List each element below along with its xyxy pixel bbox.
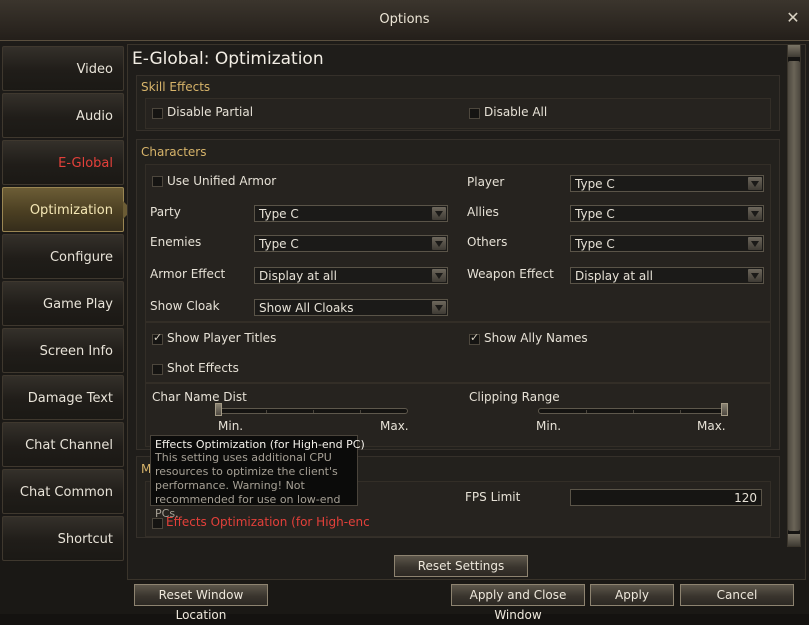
show-ally-names-label: Show Ally Names	[484, 331, 588, 345]
party-value: Type C	[259, 207, 299, 221]
sidebar-item-audio[interactable]: Audio	[2, 93, 124, 138]
characters-dropdowns-band: Use Unified Armor Player Type C Party Ty…	[145, 164, 771, 322]
skill-effects-title: Skill Effects	[141, 80, 211, 94]
char-name-dist-handle[interactable]	[215, 403, 222, 416]
clipping-range-handle[interactable]	[721, 403, 728, 416]
chevron-down-icon	[432, 237, 446, 250]
clipping-range-min-label: Min.	[536, 419, 562, 433]
chevron-down-icon	[748, 177, 762, 190]
allies-value: Type C	[575, 207, 615, 221]
sidebar-item-screen-info[interactable]: Screen Info	[2, 328, 124, 373]
slider-tick	[633, 410, 634, 413]
slider-tick	[586, 410, 587, 413]
slider-tick	[360, 410, 361, 413]
armor-effect-dropdown[interactable]: Display at all	[254, 267, 448, 284]
chevron-down-icon	[432, 207, 446, 220]
allies-dropdown[interactable]: Type C	[570, 205, 764, 222]
close-icon[interactable]: ✕	[783, 8, 803, 28]
use-unified-armor-checkbox[interactable]	[152, 176, 163, 187]
chevron-down-icon	[432, 269, 446, 282]
characters-section: Characters Use Unified Armor Player Type…	[136, 139, 780, 450]
fps-limit-input[interactable]: 120	[570, 489, 762, 506]
shot-effects-label: Shot Effects	[167, 361, 239, 375]
disable-all-checkbox[interactable]	[469, 108, 480, 119]
chevron-down-icon	[432, 301, 446, 314]
slider-tick	[313, 410, 314, 413]
fps-limit-label: FPS Limit	[465, 490, 521, 504]
apply-and-close-button[interactable]: Apply and Close Window	[451, 584, 585, 622]
others-value: Type C	[575, 237, 615, 251]
sidebar-item-configure[interactable]: Configure	[2, 234, 124, 279]
sidebar-item-chat-common[interactable]: Chat Common	[2, 469, 124, 514]
disable-partial-label: Disable Partial	[167, 105, 254, 119]
weapon-effect-label: Weapon Effect	[467, 267, 554, 281]
page-title: E-Global: Optimization	[132, 49, 324, 69]
char-name-dist-max-label: Max.	[380, 419, 409, 433]
party-label: Party	[150, 205, 181, 219]
options-window: Options ✕ Video Audio E-Global Optimizat…	[0, 0, 809, 622]
show-ally-names-checkbox[interactable]	[469, 331, 480, 345]
cancel-button[interactable]: Cancel	[680, 584, 794, 606]
armor-effect-label: Armor Effect	[150, 267, 226, 281]
armor-effect-value: Display at all	[259, 269, 337, 283]
disable-partial-checkbox[interactable]	[152, 108, 163, 119]
sidebar-item-damage-text[interactable]: Damage Text	[2, 375, 124, 420]
player-value: Type C	[575, 177, 615, 191]
char-name-dist-label: Char Name Dist	[152, 390, 247, 404]
show-cloak-value: Show All Cloaks	[259, 301, 354, 315]
enemies-value: Type C	[259, 237, 299, 251]
window-title: Options	[379, 12, 430, 27]
show-cloak-label: Show Cloak	[150, 299, 220, 313]
show-player-titles-checkbox[interactable]	[152, 331, 163, 345]
show-cloak-dropdown[interactable]: Show All Cloaks	[254, 299, 448, 316]
show-player-titles-label: Show Player Titles	[167, 331, 277, 345]
disable-all-label: Disable All	[484, 105, 548, 119]
use-unified-armor-label: Use Unified Armor	[167, 174, 277, 188]
player-label: Player	[467, 175, 505, 189]
weapon-effect-value: Display at all	[575, 269, 653, 283]
char-name-dist-min-label: Min.	[218, 419, 244, 433]
enemies-dropdown[interactable]: Type C	[254, 235, 448, 252]
tooltip-title: Effects Optimization (for High-end PC)	[155, 438, 365, 451]
player-dropdown[interactable]: Type C	[570, 175, 764, 192]
clipping-range-max-label: Max.	[697, 419, 726, 433]
clipping-range-slider[interactable]	[538, 408, 728, 414]
enemies-label: Enemies	[150, 235, 202, 249]
effects-optimization-tooltip: Effects Optimization (for High-end PC) T…	[150, 435, 365, 520]
skill-effects-row: Disable Partial Disable All	[145, 98, 771, 129]
clipping-range-label: Clipping Range	[469, 390, 560, 404]
others-label: Others	[467, 235, 508, 249]
content-scrollbar[interactable]	[787, 44, 801, 547]
reset-window-location-button[interactable]: Reset Window Location	[134, 584, 268, 622]
slider-tick	[680, 410, 681, 413]
chevron-down-icon	[748, 269, 762, 282]
characters-checkboxes-band: Show Player Titles Show Ally Names Shot …	[145, 322, 771, 383]
char-name-dist-slider[interactable]	[218, 408, 408, 414]
allies-label: Allies	[467, 205, 499, 219]
sidebar-item-video[interactable]: Video	[2, 46, 124, 91]
chevron-down-icon	[748, 207, 762, 220]
sidebar-item-e-global[interactable]: E-Global	[2, 140, 124, 185]
skill-effects-section: Skill Effects Disable Partial Disable Al…	[136, 75, 780, 131]
chevron-down-icon	[748, 237, 762, 250]
title-bar[interactable]: Options ✕	[0, 0, 809, 41]
reset-settings-button[interactable]: Reset Settings	[394, 555, 528, 577]
sidebar-item-shortcut[interactable]: Shortcut	[2, 516, 124, 561]
weapon-effect-dropdown[interactable]: Display at all	[570, 267, 764, 284]
others-dropdown[interactable]: Type C	[570, 235, 764, 252]
sidebar-item-chat-channel[interactable]: Chat Channel	[2, 422, 124, 467]
tooltip-body: This setting uses additional CPU resourc…	[155, 451, 341, 520]
fps-limit-value: 120	[734, 491, 757, 505]
sidebar: Video Audio E-Global Optimization Config…	[2, 44, 132, 564]
sidebar-item-optimization[interactable]: Optimization	[2, 187, 132, 232]
characters-title: Characters	[141, 145, 207, 159]
scroll-down-icon[interactable]	[788, 534, 800, 546]
scrollbar-thumb[interactable]	[788, 61, 800, 531]
sidebar-item-game-play[interactable]: Game Play	[2, 281, 124, 326]
slider-tick	[266, 410, 267, 413]
scroll-up-icon[interactable]	[788, 45, 800, 57]
party-dropdown[interactable]: Type C	[254, 205, 448, 222]
shot-effects-checkbox[interactable]	[152, 364, 163, 375]
apply-button[interactable]: Apply	[590, 584, 674, 606]
